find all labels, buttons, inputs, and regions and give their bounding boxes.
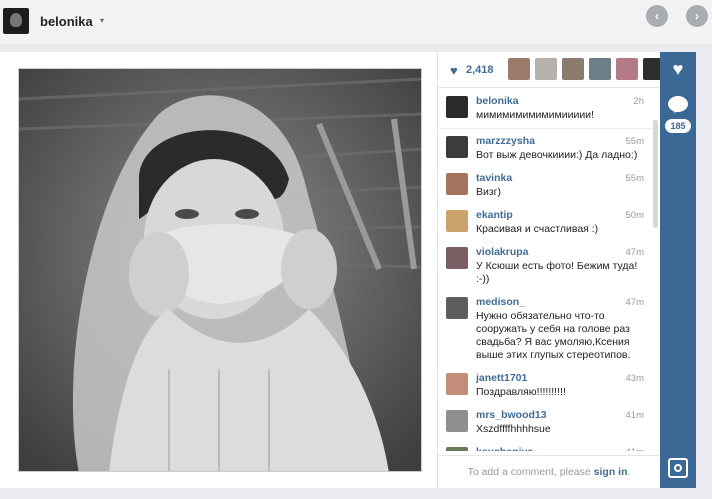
comment-time: 2h bbox=[633, 96, 644, 107]
comment-item: tavinka 55m Визг) bbox=[438, 166, 654, 203]
like-heart-icon[interactable]: ♥ bbox=[450, 63, 458, 78]
profile-username[interactable]: belonika bbox=[40, 14, 93, 29]
comment-username[interactable]: ekantip bbox=[476, 209, 646, 221]
comment-time: 55m bbox=[625, 136, 644, 147]
next-arrow-icon[interactable]: › bbox=[686, 5, 708, 27]
comment-item: marzzzysha 55m Вот выж девочкииии:) Да лад… bbox=[438, 129, 654, 166]
comment-text: Вот выж девочкииии:) Да ладно:) bbox=[476, 149, 638, 161]
instagram-camera-icon[interactable] bbox=[668, 458, 688, 478]
comment-count-badge: 185 bbox=[665, 119, 691, 133]
comment-time: 43m bbox=[625, 373, 644, 384]
comment-time: 55m bbox=[625, 173, 644, 184]
comment-item: janett1701 43m Поздравляю!!!!!!!!!! bbox=[438, 366, 654, 403]
comment-item: medison_ 47m Нужно обязательно что-то соор… bbox=[438, 290, 654, 366]
liker-avatar[interactable] bbox=[589, 58, 611, 80]
comment-text: Визг) bbox=[476, 186, 502, 198]
comment-item: ksushaniya41mПлатье похоже на такое, в к… bbox=[438, 440, 654, 451]
comment-time: 41m bbox=[626, 447, 644, 451]
comment-username[interactable]: medison_ bbox=[476, 296, 646, 308]
comment-text: Xszdffffhhhhsue bbox=[476, 423, 551, 435]
liker-avatar[interactable] bbox=[508, 58, 530, 80]
comment-username[interactable]: ksushaniya bbox=[476, 446, 646, 451]
like-count[interactable]: 2,418 bbox=[466, 64, 494, 76]
photo-illustration bbox=[19, 69, 421, 471]
comment-item: belonika 2h мимимимимимимиииии! bbox=[438, 89, 654, 129]
comments-scrollbar[interactable] bbox=[653, 120, 658, 228]
profile-avatar[interactable] bbox=[3, 8, 29, 34]
top-bar: belonika ▾ ‹ › bbox=[0, 0, 712, 44]
comment-username[interactable]: marzzzysha bbox=[476, 135, 646, 147]
comment-text: У Ксюши есть фото! Бежим туда! :-)) bbox=[476, 260, 638, 285]
comment-text: мимимимимимимиииии! bbox=[476, 109, 594, 121]
add-comment-period: . bbox=[627, 466, 631, 478]
liker-avatar[interactable] bbox=[616, 58, 638, 80]
comment-username[interactable]: tavinka bbox=[476, 172, 646, 184]
comments-list: belonika 2h мимимимимимимиииии! marzzzysha 5… bbox=[438, 89, 654, 451]
comment-item: ekantip 50m Красивая и счастливая :) bbox=[438, 203, 654, 240]
add-comment-prompt: To add a comment, please sign in. bbox=[438, 455, 660, 488]
comment-text: Поздравляю!!!!!!!!!! bbox=[476, 386, 566, 398]
comment-avatar[interactable] bbox=[446, 297, 468, 319]
comment-avatar[interactable] bbox=[446, 96, 468, 118]
comment-item: violakrupa 47m У Ксюши есть фото! Бежим ту… bbox=[438, 240, 654, 290]
liker-avatar[interactable] bbox=[562, 58, 584, 80]
comment-avatar[interactable] bbox=[446, 373, 468, 395]
comment-bubble-icon[interactable] bbox=[668, 96, 688, 113]
comment-username[interactable]: violakrupa bbox=[476, 246, 646, 258]
comment-avatar[interactable] bbox=[446, 447, 468, 451]
action-strip: ♥ 185 bbox=[660, 52, 696, 488]
previous-arrow-icon[interactable]: ‹ bbox=[646, 5, 668, 27]
comment-avatar[interactable] bbox=[446, 136, 468, 158]
comment-avatar[interactable] bbox=[446, 410, 468, 432]
comment-avatar[interactable] bbox=[446, 173, 468, 195]
comment-avatar[interactable] bbox=[446, 247, 468, 269]
comment-time: 47m bbox=[625, 297, 644, 308]
comment-username[interactable]: mrs_bwood13 bbox=[476, 409, 646, 421]
comment-text: Красивая и счастливая :) bbox=[476, 223, 599, 235]
likes-row: ♥ 2,418 bbox=[438, 52, 665, 88]
comment-username[interactable]: janett1701 bbox=[476, 372, 646, 384]
chevron-down-icon[interactable]: ▾ bbox=[100, 16, 104, 25]
comment-avatar[interactable] bbox=[446, 210, 468, 232]
add-comment-text: To add a comment, please bbox=[467, 466, 591, 478]
comment-time: 47m bbox=[625, 247, 644, 258]
comment-text: Нужно обязательно что-то сооружать у себ… bbox=[476, 310, 631, 361]
comment-time: 50m bbox=[625, 210, 644, 221]
liker-avatar[interactable] bbox=[535, 58, 557, 80]
sign-in-link[interactable]: sign in bbox=[594, 466, 628, 478]
post-photo[interactable] bbox=[18, 68, 422, 472]
comment-time: 41m bbox=[625, 410, 644, 421]
comment-username[interactable]: belonika bbox=[476, 95, 646, 107]
like-heart-icon[interactable]: ♥ bbox=[668, 60, 688, 78]
comment-item: mrs_bwood13 41m Xszdffffhhhhsue bbox=[438, 403, 654, 440]
